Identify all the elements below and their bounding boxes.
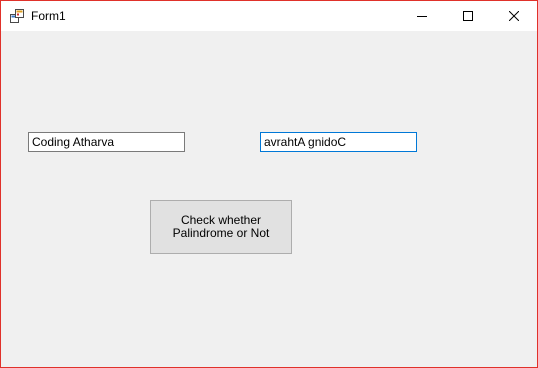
maximize-icon xyxy=(463,11,473,21)
input-textbox[interactable]: Coding Atharva xyxy=(28,132,185,152)
form-client-area: Coding Atharva avrahtA gnidoC Check whet… xyxy=(1,31,537,367)
form1-window: Form1 Coding Atharva avrahtA gnidoC Chec… xyxy=(0,0,538,368)
minimize-button[interactable] xyxy=(399,1,445,31)
maximize-button[interactable] xyxy=(445,1,491,31)
check-palindrome-button[interactable]: Check whether Palindrome or Not xyxy=(150,200,292,254)
minimize-icon xyxy=(417,16,427,17)
winforms-app-icon xyxy=(10,9,24,23)
title-bar[interactable]: Form1 xyxy=(1,1,537,31)
window-title: Form1 xyxy=(31,9,66,23)
reversed-textbox[interactable]: avrahtA gnidoC xyxy=(260,132,417,152)
check-palindrome-button-label: Check whether Palindrome or Not xyxy=(172,213,270,240)
close-icon xyxy=(509,11,519,21)
close-button[interactable] xyxy=(491,1,537,31)
